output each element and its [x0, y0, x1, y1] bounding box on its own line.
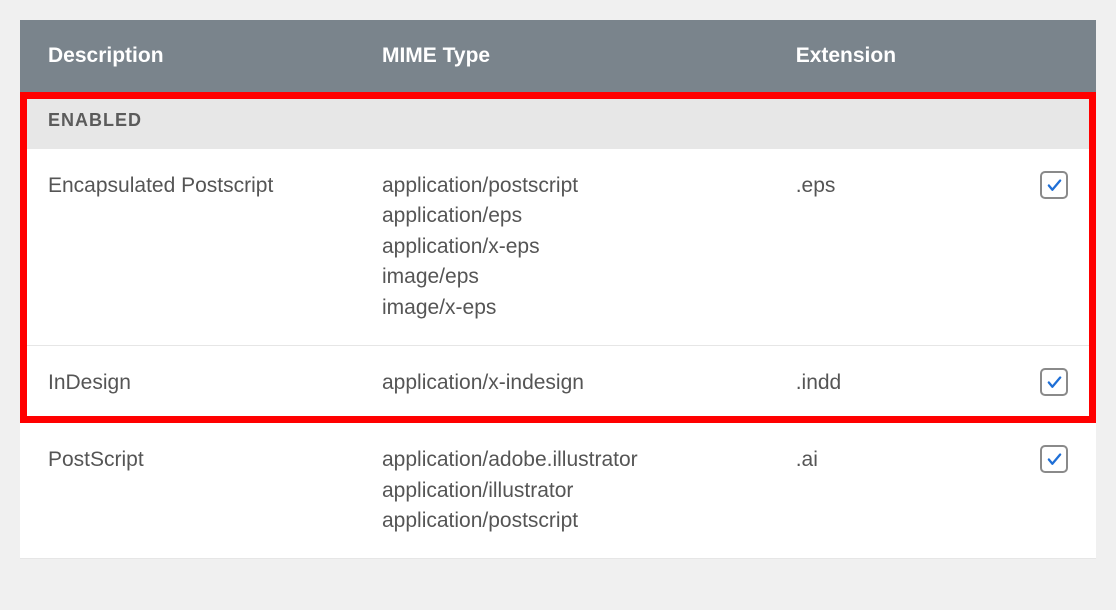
section-enabled: ENABLED: [20, 92, 1096, 149]
mime-type-value: image/x-eps: [382, 293, 740, 323]
cell-checkbox: [986, 149, 1096, 346]
enable-checkbox[interactable]: [1040, 445, 1068, 473]
enable-checkbox[interactable]: [1040, 368, 1068, 396]
mime-type-value: application/eps: [382, 201, 740, 231]
enable-checkbox[interactable]: [1040, 171, 1068, 199]
cell-extension: .indd: [768, 346, 986, 423]
header-extension: Extension: [768, 20, 986, 92]
mime-type-value: image/eps: [382, 262, 740, 292]
table-row: Encapsulated Postscriptapplication/posts…: [20, 149, 1096, 346]
mime-type-value: application/postscript: [382, 171, 740, 201]
mime-type-value: application/illustrator: [382, 476, 740, 506]
cell-mime-types: application/x-indesign: [354, 346, 768, 423]
mime-type-value: application/x-eps: [382, 232, 740, 262]
checkmark-icon: [1046, 374, 1063, 391]
section-label: ENABLED: [20, 92, 1096, 149]
cell-extension: .ai: [768, 423, 986, 559]
table-row: PostScriptapplication/adobe.illustratora…: [20, 423, 1096, 559]
mime-type-value: application/x-indesign: [382, 368, 740, 398]
header-checkbox-col: [986, 20, 1096, 92]
table-header-row: Description MIME Type Extension: [20, 20, 1096, 92]
cell-mime-types: application/postscriptapplication/epsapp…: [354, 149, 768, 346]
cell-mime-types: application/adobe.illustratorapplication…: [354, 423, 768, 559]
header-mime: MIME Type: [354, 20, 768, 92]
cell-checkbox: [986, 346, 1096, 423]
cell-description: PostScript: [20, 423, 354, 559]
checkmark-icon: [1046, 177, 1063, 194]
cell-description: Encapsulated Postscript: [20, 149, 354, 346]
checkmark-icon: [1046, 451, 1063, 468]
mime-types-table: Description MIME Type Extension ENABLED …: [20, 20, 1096, 559]
cell-checkbox: [986, 423, 1096, 559]
cell-description: InDesign: [20, 346, 354, 423]
mime-type-value: application/postscript: [382, 506, 740, 536]
table-row: InDesign application/x-indesign .indd: [20, 346, 1096, 423]
header-description: Description: [20, 20, 354, 92]
cell-extension: .eps: [768, 149, 986, 346]
mime-type-value: application/adobe.illustrator: [382, 445, 740, 475]
